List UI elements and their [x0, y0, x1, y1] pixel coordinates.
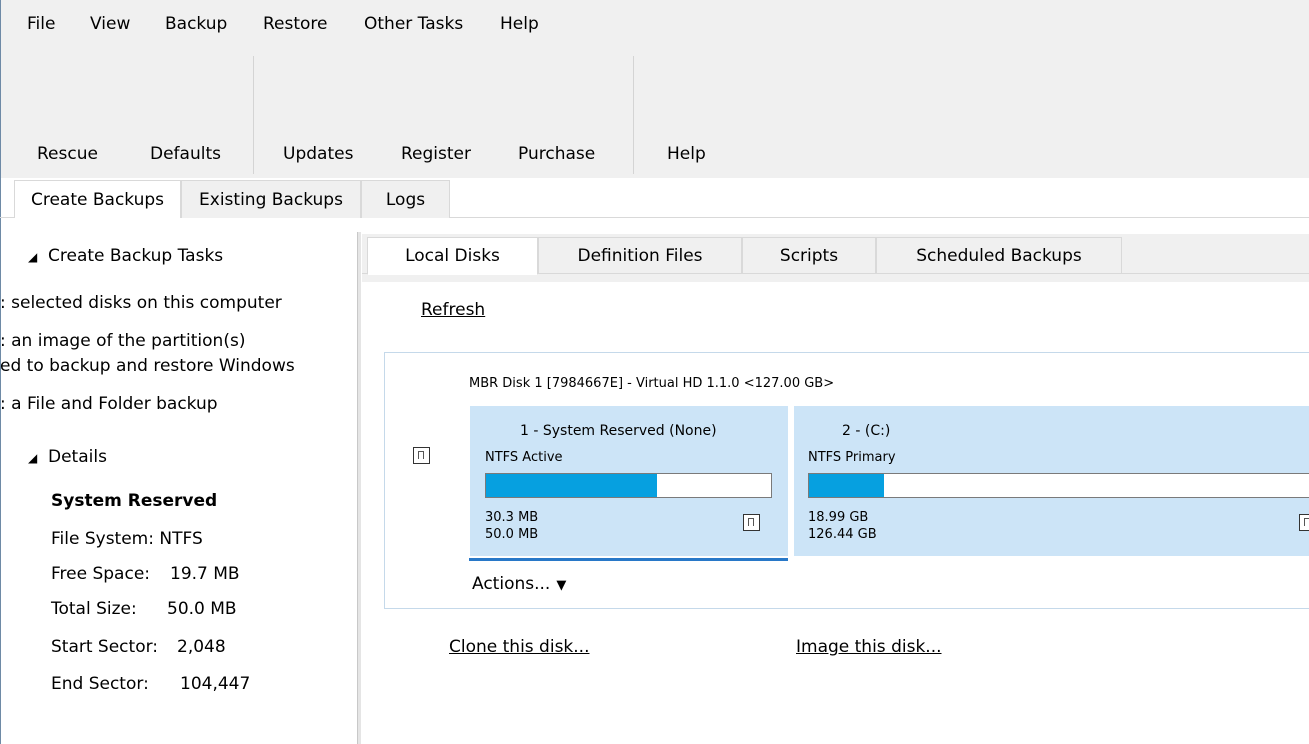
help-button[interactable]: Help [667, 144, 706, 164]
usage-bar [485, 473, 772, 498]
usage-bar-fill [486, 474, 657, 497]
usage-bar-fill [809, 474, 884, 497]
partition-title: 1 - System Reserved (None) [520, 423, 717, 439]
image-disk-link[interactable]: Image this disk... [796, 637, 942, 657]
task-backup-selected-disks[interactable]: : selected disks on this computer [0, 293, 282, 313]
create-backup-tasks-header[interactable]: ◢ Create Backup Tasks [28, 246, 223, 266]
partition-filesystem: NTFS Active [485, 450, 563, 465]
details-free-space: Free Space: 19.7 MB [51, 564, 240, 584]
tab-local-disks[interactable]: Local Disks [367, 237, 538, 275]
partition-title: 2 - (C:) [842, 423, 891, 439]
partition-used: 30.3 MB [485, 510, 539, 525]
tab-definition-files[interactable]: Definition Files [538, 237, 742, 274]
pane-splitter[interactable] [357, 232, 361, 744]
collapse-triangle-icon: ◢ [28, 451, 38, 465]
task-image-partitions[interactable]: : an image of the partition(s) [0, 331, 245, 351]
rescue-button[interactable]: Rescue [37, 144, 98, 164]
details-title: System Reserved [51, 491, 218, 511]
caret-down-icon: ▼ [556, 578, 567, 593]
menu-help[interactable]: Help [500, 14, 539, 34]
tab-existing-backups[interactable]: Existing Backups [181, 180, 361, 218]
details-header[interactable]: ◢ Details [28, 447, 107, 467]
selected-partition-indicator [469, 558, 788, 561]
menu-restore[interactable]: Restore [263, 14, 328, 34]
tab-scheduled-backups[interactable]: Scheduled Backups [876, 237, 1122, 274]
updates-button[interactable]: Updates [283, 144, 353, 164]
partition-total: 126.44 GB [808, 527, 877, 542]
usage-bar [808, 473, 1309, 498]
defaults-button[interactable]: Defaults [150, 144, 221, 164]
details-total-size: Total Size: 50.0 MB [51, 599, 237, 619]
menu-backup[interactable]: Backup [165, 14, 227, 34]
task-file-folder-backup[interactable]: : a File and Folder backup [0, 394, 218, 414]
menu-view[interactable]: View [90, 14, 130, 34]
menu-file[interactable]: File [27, 14, 55, 34]
details-start-sector: Start Sector: 2,048 [51, 637, 226, 657]
details-file-system: File System: NTFS [51, 529, 203, 549]
disk-select-checkbox[interactable] [413, 447, 430, 464]
actions-dropdown[interactable]: Actions... ▼ [472, 574, 566, 594]
partition-checkbox[interactable] [1299, 514, 1309, 531]
partition-used: 18.99 GB [808, 510, 869, 525]
refresh-link[interactable]: Refresh [421, 300, 485, 320]
register-button[interactable]: Register [401, 144, 471, 164]
ribbon-separator [253, 56, 254, 174]
disk-header: MBR Disk 1 [7984667E] - Virtual HD 1.1.0… [469, 376, 835, 391]
partition-filesystem: NTFS Primary [808, 450, 896, 465]
collapse-triangle-icon: ◢ [28, 250, 38, 264]
task-image-partitions-line2[interactable]: ed to backup and restore Windows [0, 356, 295, 376]
menu-other-tasks[interactable]: Other Tasks [364, 14, 463, 34]
tab-scripts[interactable]: Scripts [742, 237, 876, 274]
tab-logs[interactable]: Logs [361, 180, 450, 218]
purchase-button[interactable]: Purchase [518, 144, 595, 164]
partition-total: 50.0 MB [485, 527, 539, 542]
details-end-sector: End Sector: 104,447 [51, 674, 251, 694]
ribbon-separator [633, 56, 634, 174]
clone-disk-link[interactable]: Clone this disk... [449, 637, 589, 657]
tab-create-backups[interactable]: Create Backups [14, 180, 181, 218]
partition-checkbox[interactable] [743, 514, 760, 531]
